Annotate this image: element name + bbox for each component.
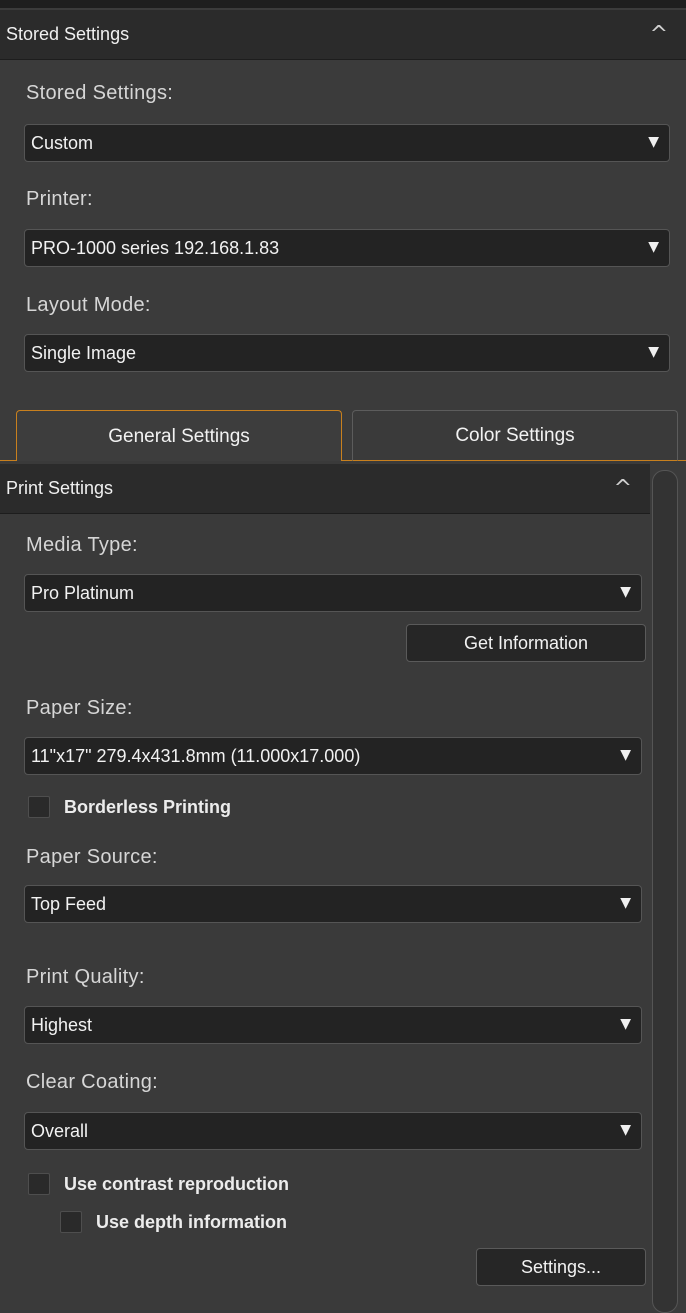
dropdown-arrow-icon: ▼ <box>620 895 631 911</box>
paper-size-value: 11"x17" 279.4x431.8mm (11.000x17.000) <box>31 745 361 766</box>
stored-settings-header[interactable]: Stored Settings ^ <box>0 10 686 60</box>
printer-settings-panel: Stored Settings ^ Stored Settings: Custo… <box>0 0 686 1313</box>
paper-size-label: Paper Size: <box>26 697 133 719</box>
printer-select[interactable]: PRO-1000 series 192.168.1.83 ▼ <box>24 229 670 267</box>
contrast-reproduction-checkbox[interactable]: Use contrast reproduction <box>28 1173 289 1195</box>
print-quality-select[interactable]: Highest ▼ <box>24 1006 642 1044</box>
dropdown-arrow-icon: ▼ <box>648 239 659 255</box>
chevron-up-icon[interactable]: ^ <box>614 476 632 502</box>
tab-color-settings[interactable]: Color Settings <box>352 410 678 461</box>
depth-information-checkbox[interactable]: Use depth information <box>60 1211 287 1233</box>
clear-coating-label: Clear Coating: <box>26 1071 159 1093</box>
dropdown-arrow-icon: ▼ <box>620 1122 631 1138</box>
tab-general-settings-label: General Settings <box>108 425 250 447</box>
vertical-scrollbar[interactable] <box>652 470 678 1313</box>
dropdown-arrow-icon: ▼ <box>620 747 631 763</box>
layout-mode-select[interactable]: Single Image ▼ <box>24 334 670 372</box>
print-quality-value: Highest <box>31 1014 93 1035</box>
media-type-select[interactable]: Pro Platinum ▼ <box>24 574 642 612</box>
media-type-label: Media Type: <box>26 534 138 556</box>
borderless-printing-checkbox[interactable]: Borderless Printing <box>28 796 231 818</box>
printer-label: Printer: <box>26 188 93 210</box>
dropdown-arrow-icon: ▼ <box>620 584 631 600</box>
settings-button[interactable]: Settings... <box>476 1248 646 1286</box>
paper-source-select[interactable]: Top Feed ▼ <box>24 885 642 923</box>
clear-coating-select[interactable]: Overall ▼ <box>24 1112 642 1150</box>
dropdown-arrow-icon: ▼ <box>648 344 659 360</box>
dropdown-arrow-icon: ▼ <box>620 1016 631 1032</box>
print-settings-header[interactable]: Print Settings ^ <box>0 464 650 514</box>
stored-settings-value: Custom <box>31 132 94 153</box>
checkbox-box[interactable] <box>28 796 50 818</box>
layout-mode-value: Single Image <box>31 342 137 363</box>
get-information-button[interactable]: Get Information <box>406 624 646 662</box>
paper-source-label: Paper Source: <box>26 846 158 868</box>
print-settings-header-title: Print Settings <box>6 478 114 498</box>
print-quality-label: Print Quality: <box>26 966 145 988</box>
printer-value: PRO-1000 series 192.168.1.83 <box>31 237 280 258</box>
paper-source-value: Top Feed <box>31 893 107 914</box>
top-border <box>0 0 686 8</box>
borderless-printing-label: Borderless Printing <box>64 796 232 817</box>
checkbox-box[interactable] <box>60 1211 82 1233</box>
stored-settings-select[interactable]: Custom ▼ <box>24 124 670 162</box>
tab-general-settings[interactable]: General Settings <box>16 410 342 462</box>
dropdown-arrow-icon: ▼ <box>648 134 659 150</box>
tab-color-settings-label: Color Settings <box>455 424 575 446</box>
stored-settings-header-title: Stored Settings <box>6 24 130 44</box>
stored-settings-label: Stored Settings: <box>26 82 174 104</box>
layout-mode-label: Layout Mode: <box>26 294 151 316</box>
chevron-up-icon[interactable]: ^ <box>650 22 668 48</box>
paper-size-select[interactable]: 11"x17" 279.4x431.8mm (11.000x17.000) ▼ <box>24 737 642 775</box>
contrast-reproduction-label: Use contrast reproduction <box>64 1173 290 1194</box>
media-type-value: Pro Platinum <box>31 582 135 603</box>
clear-coating-value: Overall <box>31 1120 89 1141</box>
checkbox-box[interactable] <box>28 1173 50 1195</box>
depth-information-label: Use depth information <box>96 1211 288 1232</box>
